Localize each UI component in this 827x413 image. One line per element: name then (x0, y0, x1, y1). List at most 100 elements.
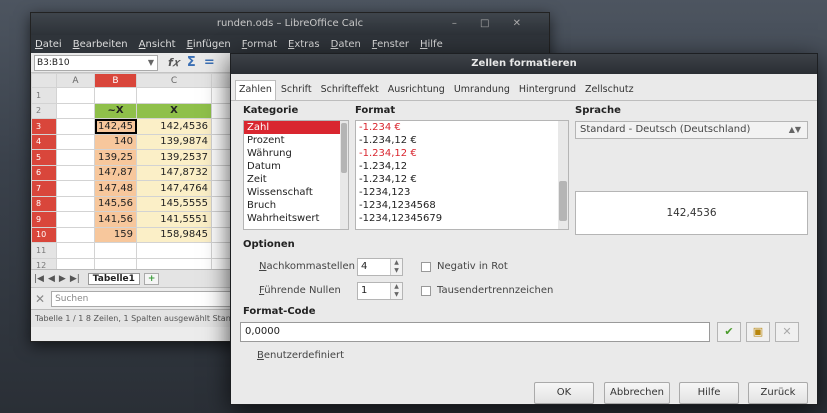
delete-icon[interactable]: ✕ (775, 322, 799, 342)
tab-ausrichtung[interactable]: Ausrichtung (384, 80, 449, 100)
menu-datei[interactable]: Datei (35, 39, 62, 50)
header-cell-c[interactable]: X (136, 102, 212, 119)
tab-umrandung[interactable]: Umrandung (450, 80, 514, 100)
list-item[interactable]: -1.234 € (356, 121, 568, 134)
tab-schrift[interactable]: Schrift (277, 80, 316, 100)
menu-extras[interactable]: Extras (288, 39, 320, 50)
cell-b6[interactable]: 147,87 (94, 164, 137, 181)
menu-hilfe[interactable]: Hilfe (420, 39, 443, 50)
last-sheet-icon[interactable]: ▶| (70, 274, 80, 284)
format-code-input[interactable]: 0,0000 (240, 322, 710, 342)
row-header[interactable]: 11 (31, 242, 57, 259)
format-list[interactable]: -1.234 € -1.234,12 € -1.234,12 € -1.234,… (355, 120, 569, 230)
column-header-b[interactable]: B (94, 73, 137, 88)
cell-b5[interactable]: 139,25 (94, 149, 137, 166)
sheet-tab-tabelle1[interactable]: Tabelle1 (87, 272, 140, 285)
row-header[interactable]: 4 (31, 133, 57, 150)
menu-ansicht[interactable]: Ansicht (139, 39, 176, 50)
row-header[interactable]: 8 (31, 195, 57, 212)
cell[interactable] (56, 102, 95, 119)
cell-c6[interactable]: 147,8732 (136, 164, 212, 181)
list-item[interactable]: Datum (244, 160, 348, 173)
list-item[interactable]: Wahrheitswert (244, 212, 348, 225)
cell[interactable] (56, 242, 95, 259)
cell-c10[interactable]: 158,9845 (136, 226, 212, 243)
formula-icon[interactable]: = (204, 55, 215, 70)
cell[interactable] (56, 180, 95, 197)
scrollbar[interactable] (558, 121, 568, 229)
list-item[interactable]: -1234,1234568 (356, 199, 568, 212)
cell-c8[interactable]: 145,5555 (136, 195, 212, 212)
cell-c7[interactable]: 147,4764 (136, 180, 212, 197)
corner-cell[interactable] (31, 73, 57, 88)
cell[interactable] (56, 149, 95, 166)
list-item[interactable]: Wissenschaft (244, 186, 348, 199)
row-header[interactable]: 6 (31, 164, 57, 181)
cell[interactable] (56, 211, 95, 228)
list-item[interactable]: Zeit (244, 173, 348, 186)
list-item[interactable]: -1234,123 (356, 186, 568, 199)
stepper-arrows-icon[interactable]: ▲ ▼ (390, 259, 402, 275)
name-box[interactable]: B3:B10 ▼ (34, 54, 158, 71)
menu-daten[interactable]: Daten (331, 39, 361, 50)
cell-c4[interactable]: 139,9874 (136, 133, 212, 150)
tab-schrifteffekt[interactable]: Schrifteffekt (317, 80, 383, 100)
cell[interactable] (56, 164, 95, 181)
list-item[interactable]: -1.234,12 € (356, 147, 568, 160)
first-sheet-icon[interactable]: |◀ (34, 274, 44, 284)
cell[interactable] (56, 195, 95, 212)
back-button[interactable]: Zurück (748, 382, 808, 404)
help-button[interactable]: Hilfe (679, 382, 739, 404)
cell[interactable] (56, 118, 95, 135)
leading-zeros-stepper[interactable]: 1 ▲ ▼ (357, 282, 403, 300)
cell-b8[interactable]: 145,56 (94, 195, 137, 212)
cell[interactable] (136, 257, 212, 269)
cell-b9[interactable]: 141,56 (94, 211, 137, 228)
list-item[interactable]: -1234,12345679 (356, 212, 568, 225)
cell[interactable] (56, 133, 95, 150)
list-item[interactable]: -1.234,12 € (356, 173, 568, 186)
cell-c5[interactable]: 139,2537 (136, 149, 212, 166)
cell-b7[interactable]: 147,48 (94, 180, 137, 197)
stepper-arrows-icon[interactable]: ▲ ▼ (390, 283, 402, 299)
column-header-a[interactable]: A (56, 73, 95, 88)
list-item[interactable]: Prozent (244, 134, 348, 147)
scrollbar[interactable] (340, 121, 348, 229)
cell[interactable] (94, 242, 137, 259)
row-header[interactable]: 3 (31, 118, 57, 135)
cell-b3[interactable]: 142,45 (94, 118, 137, 135)
cell[interactable] (56, 226, 95, 243)
cell-c3[interactable]: 142,4536 (136, 118, 212, 135)
menu-einfuegen[interactable]: Einfügen (187, 39, 231, 50)
tab-zahlen[interactable]: Zahlen (235, 80, 276, 100)
menu-bearbeiten[interactable]: Bearbeiten (73, 39, 128, 50)
thousands-checkbox[interactable] (421, 286, 431, 296)
header-cell-b[interactable]: ~X (94, 102, 137, 119)
list-item[interactable]: -1.234,12 (356, 160, 568, 173)
cell-b4[interactable]: 140 (94, 133, 137, 150)
close-icon[interactable]: ✕ (35, 292, 45, 306)
cell-c9[interactable]: 141,5551 (136, 211, 212, 228)
menu-format[interactable]: Format (242, 39, 277, 50)
chevron-down-icon[interactable]: ▼ (148, 56, 154, 70)
cell[interactable] (136, 242, 212, 259)
function-wizard-icon[interactable]: f𝑥 (168, 56, 179, 70)
ok-button[interactable]: OK (534, 382, 594, 404)
row-header[interactable]: 5 (31, 149, 57, 166)
search-input[interactable]: Suchen (51, 290, 232, 307)
list-item[interactable]: -1.234,12 € (356, 134, 568, 147)
add-sheet-icon[interactable]: + (143, 272, 160, 285)
row-header[interactable]: 7 (31, 180, 57, 197)
category-list[interactable]: Zahl Prozent Währung Datum Zeit Wissensc… (243, 120, 349, 230)
cell[interactable] (94, 257, 137, 269)
language-select[interactable]: Standard - Deutsch (Deutschland) ▲▼ (575, 121, 808, 139)
prev-sheet-icon[interactable]: ◀ (48, 274, 55, 284)
cell[interactable] (56, 257, 95, 269)
row-header[interactable]: 1 (31, 87, 57, 104)
next-sheet-icon[interactable]: ▶ (59, 274, 66, 284)
cell[interactable] (56, 87, 95, 104)
negative-red-checkbox[interactable] (421, 262, 431, 272)
row-header[interactable]: 9 (31, 211, 57, 228)
sum-icon[interactable]: Σ (187, 55, 196, 70)
row-header[interactable]: 12 (31, 257, 57, 269)
